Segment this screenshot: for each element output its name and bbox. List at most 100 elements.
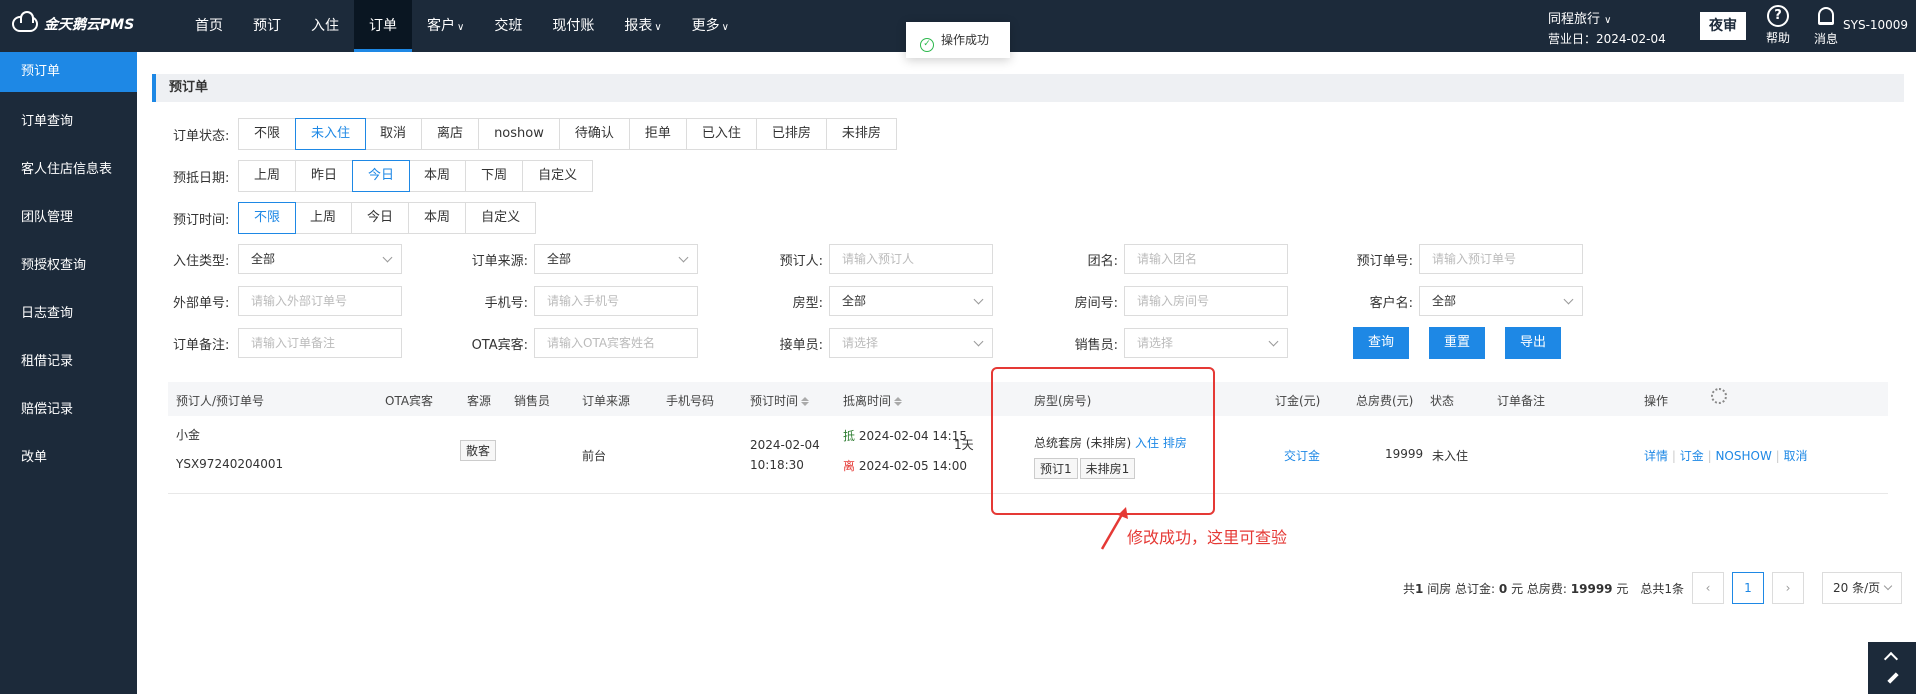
booking-clock: 10:18:30 bbox=[750, 458, 804, 472]
booker-input[interactable]: 请输入预订人 bbox=[829, 244, 993, 274]
nav-item-6[interactable]: 现付账 bbox=[537, 0, 609, 52]
nav-item-7[interactable]: 报表 ∨ bbox=[609, 0, 676, 52]
order-status-option[interactable]: 待确认 bbox=[559, 119, 630, 149]
reset-button[interactable]: 重置 bbox=[1429, 327, 1485, 359]
order-status-option[interactable]: 不限 bbox=[239, 119, 297, 149]
arrival-date-option[interactable]: 今日 bbox=[352, 160, 411, 192]
customer-select[interactable]: 全部 bbox=[1419, 286, 1583, 316]
booking-no-input[interactable]: 请输入预订单号 bbox=[1419, 244, 1583, 274]
order-status-option[interactable]: 离店 bbox=[422, 119, 480, 149]
order-status-option[interactable]: 已排房 bbox=[756, 119, 827, 149]
nav-item-5[interactable]: 交班 bbox=[479, 0, 537, 52]
sidebar-item-0[interactable]: 预订单 bbox=[0, 52, 137, 92]
arrival-date-option[interactable]: 下周 bbox=[466, 161, 524, 191]
page-size-select[interactable]: 20 条/页 bbox=[1822, 572, 1902, 604]
user-menu[interactable]: SYS-10009 bbox=[1843, 18, 1913, 32]
app-logo[interactable]: 金天鹅云PMS bbox=[12, 11, 134, 34]
nav-item-2[interactable]: 入住 bbox=[296, 0, 354, 52]
col-booking-time[interactable]: 预订时间 bbox=[750, 392, 810, 409]
total-fee: 19999 bbox=[1385, 447, 1424, 461]
group-name-input[interactable]: 请输入团名 bbox=[1124, 244, 1288, 274]
sidebar-item-3[interactable]: 团队管理 bbox=[0, 194, 137, 242]
night-audit-button[interactable]: 夜审 bbox=[1700, 12, 1746, 40]
deposit-link[interactable]: 交订金 bbox=[1284, 447, 1320, 464]
arrival-date-option[interactable]: 本周 bbox=[409, 161, 467, 191]
highlight-box bbox=[991, 367, 1215, 515]
next-page-button[interactable]: › bbox=[1772, 572, 1804, 604]
order-status-option[interactable]: 取消 bbox=[365, 119, 423, 149]
nav-item-0[interactable]: 首页 bbox=[180, 0, 238, 52]
col-deposit: 订金(元) bbox=[1275, 394, 1321, 408]
sort-icon bbox=[801, 397, 810, 406]
sidebar-item-2[interactable]: 客人住店信息表 bbox=[0, 146, 137, 194]
receiver-select[interactable]: 请选择 bbox=[829, 328, 993, 358]
receiver-placeholder: 请选择 bbox=[842, 336, 879, 350]
room-no-input[interactable]: 请输入房间号 bbox=[1124, 286, 1288, 316]
checkin-type-select[interactable]: 全部 bbox=[238, 244, 402, 274]
order-source-select[interactable]: 全部 bbox=[534, 244, 698, 274]
prev-page-button[interactable]: ‹ bbox=[1692, 572, 1724, 604]
col-total: 总房费(元) bbox=[1356, 394, 1414, 408]
search-button[interactable]: 查询 bbox=[1353, 327, 1409, 359]
order-status-filter: 订单状态: 不限 未入住 取消 离店 noshow 待确认 拒单 已入住 已排房 未排房 bbox=[173, 118, 897, 150]
remark-label: 订单备注: bbox=[173, 337, 230, 353]
order-status-option[interactable]: 未排房 bbox=[826, 119, 896, 149]
booking-time-option[interactable]: 本周 bbox=[409, 203, 467, 233]
order-status-option[interactable]: 拒单 bbox=[629, 119, 687, 149]
nav-item-1[interactable]: 预订 bbox=[238, 0, 296, 52]
booking-no-field: 预订单号: 请输入预订单号 bbox=[1343, 244, 1583, 274]
sidebar-item-1[interactable]: 订单查询 bbox=[0, 98, 137, 146]
cancel-link[interactable]: 取消 bbox=[1784, 449, 1808, 463]
checkin-type-label: 入住类型: bbox=[173, 253, 230, 269]
remark-input[interactable]: 请输入订单备注 bbox=[238, 328, 402, 358]
arrival-date-option[interactable]: 上周 bbox=[239, 161, 297, 191]
arrival-date-option[interactable]: 自定义 bbox=[523, 161, 593, 191]
nav-item-label: 现付账 bbox=[552, 18, 595, 34]
detail-link[interactable]: 详情 bbox=[1644, 449, 1668, 463]
org-switcher[interactable]: 同程旅行 ∨ 营业日：2024-02-04 bbox=[1548, 8, 1688, 47]
receiver-field: 接单员: 请选择 bbox=[768, 328, 993, 358]
room-type-select[interactable]: 全部 bbox=[829, 286, 993, 316]
col-arr-dep[interactable]: 抵离时间 bbox=[843, 392, 903, 409]
org-name: 同程旅行 bbox=[1548, 12, 1601, 27]
booking-time-option[interactable]: 不限 bbox=[238, 202, 297, 234]
message-button[interactable]: 消息 bbox=[1804, 5, 1848, 47]
room-type-label: 房型: bbox=[792, 295, 823, 311]
order-source-field: 订单来源: 全部 bbox=[413, 244, 698, 274]
booking-no-label: 预订单号: bbox=[1356, 253, 1413, 269]
record-count: 总共1条 bbox=[1640, 581, 1684, 596]
nav-item-8[interactable]: 更多 ∨ bbox=[677, 0, 744, 52]
arrive-time: 抵 2024-02-04 14:15 bbox=[843, 427, 967, 444]
order-status-option[interactable]: noshow bbox=[479, 119, 560, 149]
arrival-date-option[interactable]: 昨日 bbox=[296, 161, 354, 191]
order-status-option[interactable]: 未入住 bbox=[295, 118, 367, 150]
gear-icon[interactable] bbox=[1711, 388, 1727, 404]
sidebar-item-5[interactable]: 日志查询 bbox=[0, 290, 137, 338]
order-number: YSX97240204001 bbox=[176, 457, 284, 471]
order-status-option[interactable]: 已入住 bbox=[686, 119, 757, 149]
chevron-down-icon bbox=[973, 294, 984, 305]
booking-time-option[interactable]: 上周 bbox=[295, 203, 353, 233]
customer-label: 客户名: bbox=[1369, 295, 1413, 311]
sidebar-item-7[interactable]: 赔偿记录 bbox=[0, 386, 137, 434]
check-circle-icon: ✓ bbox=[920, 38, 934, 52]
help-button[interactable]: ? 帮助 bbox=[1756, 5, 1800, 46]
booking-time-option[interactable]: 自定义 bbox=[466, 203, 536, 233]
floating-toolbar[interactable] bbox=[1868, 642, 1916, 694]
sidebar-item-8[interactable]: 改单 bbox=[0, 434, 137, 482]
sales-select[interactable]: 请选择 bbox=[1124, 328, 1288, 358]
export-button[interactable]: 导出 bbox=[1505, 327, 1561, 359]
external-no-input[interactable]: 请输入外部订单号 bbox=[238, 286, 402, 316]
booking-time-option[interactable]: 今日 bbox=[352, 203, 410, 233]
sidebar-item-6[interactable]: 租借记录 bbox=[0, 338, 137, 386]
noshow-link[interactable]: NOSHOW bbox=[1715, 449, 1771, 463]
phone-input[interactable]: 请输入手机号 bbox=[534, 286, 698, 316]
nav-item-4[interactable]: 客户 ∨ bbox=[412, 0, 479, 52]
sidebar-item-4[interactable]: 预授权查询 bbox=[0, 242, 137, 290]
ota-guest-input[interactable]: 请输入OTA宾客姓名 bbox=[534, 328, 698, 358]
row-actions: 详情 | 订金 | NOSHOW | 取消 bbox=[1644, 449, 1808, 463]
nav-item-3[interactable]: 订单 bbox=[354, 0, 412, 52]
deposit-action-link[interactable]: 订金 bbox=[1680, 449, 1704, 463]
order-source-value: 前台 bbox=[582, 449, 607, 463]
page-1-button[interactable]: 1 bbox=[1732, 572, 1764, 604]
